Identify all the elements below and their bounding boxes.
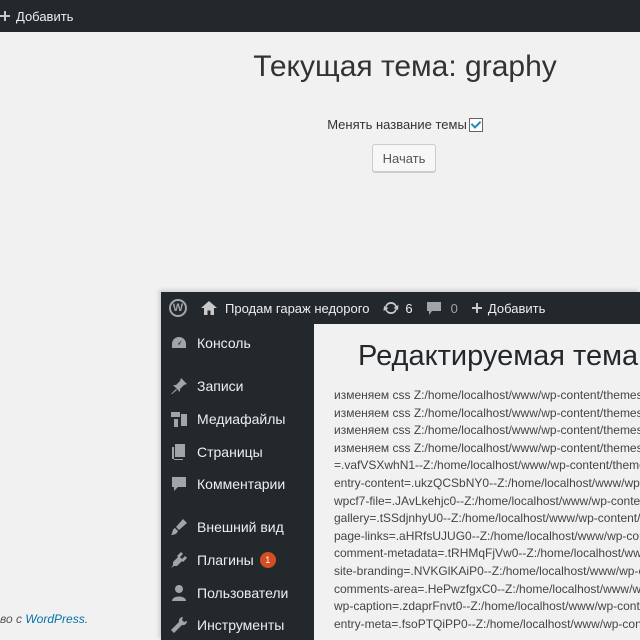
tools-icon bbox=[171, 617, 187, 633]
comments-link[interactable]: 0 bbox=[413, 292, 458, 324]
sidebar-item-label: Пользователи bbox=[197, 585, 289, 601]
sidebar-item-appearance[interactable]: Внешний вид bbox=[161, 511, 314, 543]
sidebar-item-posts[interactable]: Записи bbox=[161, 370, 314, 402]
users-icon bbox=[172, 585, 186, 601]
footer-credit: во с WordPress. bbox=[0, 612, 88, 626]
add-new-button[interactable]: Добавить bbox=[471, 292, 546, 324]
log-line: entry-meta=.fsoPTQiPP0--Z:/home/localhos… bbox=[334, 616, 640, 631]
admin-bar: W Продам гараж недорого 6 0 Добавить bbox=[161, 292, 640, 324]
page-title: Текущая тема: graphy bbox=[253, 50, 557, 83]
log-line: изменяем css Z:/home/localhost/www/wp-co… bbox=[334, 388, 640, 402]
sidebar-item-media[interactable]: Медиафайлы bbox=[161, 403, 314, 435]
site-name-link[interactable]: Продам гараж недорого bbox=[201, 292, 369, 324]
add-new-label: Добавить bbox=[16, 8, 74, 24]
home-icon bbox=[201, 301, 217, 315]
wordpress-logo-icon[interactable]: W bbox=[169, 299, 187, 317]
log-line: wp-caption=.zdaprFnvt0--Z:/home/localhos… bbox=[334, 599, 640, 614]
wordpress-link[interactable]: WordPress bbox=[25, 612, 84, 626]
media-icon bbox=[171, 412, 187, 427]
log-line: wpcf7-file=.JAvLkehjc0--Z:/home/localhos… bbox=[334, 493, 640, 508]
add-new-label: Добавить bbox=[487, 300, 546, 316]
log-line: site-branding=.NVKGlKAiP0--Z:/home/local… bbox=[334, 563, 640, 578]
footer-text: во с bbox=[0, 612, 26, 626]
rename-theme-label: Менять название темы bbox=[327, 117, 467, 132]
comments-icon bbox=[172, 477, 186, 491]
sidebar-item-label: Записи bbox=[197, 378, 244, 394]
edited-theme-heading: Редактируемая тема bbox=[358, 340, 639, 372]
site-name: Продам гараж недорого bbox=[225, 300, 370, 316]
plus-icon bbox=[471, 303, 482, 313]
foreground-window: W Продам гараж недорого 6 0 Добавить Кон… bbox=[161, 292, 640, 640]
sidebar-item-users[interactable]: Пользователи bbox=[161, 577, 314, 609]
add-new-button[interactable]: Добавить bbox=[0, 0, 73, 32]
appearance-icon bbox=[171, 519, 187, 535]
dashboard-icon bbox=[172, 337, 186, 348]
rename-theme-row: Менять название темы bbox=[0, 117, 640, 132]
main-content: Редактируемая тема изменяем css Z:/home/… bbox=[314, 324, 640, 640]
log-line: comments-area=.HePwzfgxC0--Z:/home/local… bbox=[334, 581, 640, 596]
rename-theme-checkbox[interactable] bbox=[468, 118, 483, 132]
pin-icon bbox=[171, 378, 187, 394]
log-line: gallery=.tSSdjnhyU0--Z:/home/localhost/w… bbox=[334, 511, 640, 526]
log-line: изменяем css Z:/home/localhost/www/wp-co… bbox=[334, 423, 640, 438]
sidebar-item-label: Комментарии bbox=[197, 476, 286, 492]
plugins-icon bbox=[171, 552, 187, 568]
css-change-log: изменяем css Z:/home/localhost/www/wp-co… bbox=[334, 387, 640, 633]
admin-sidebar: Консоль Записи Медиафайлы Страницы Комме… bbox=[161, 324, 314, 640]
sidebar-item-label: Инструменты bbox=[197, 617, 285, 633]
plugins-update-badge: 1 bbox=[259, 552, 276, 568]
log-line: entry-content=.ukzQCSbNY0--Z:/home/local… bbox=[334, 475, 640, 490]
sidebar-item-label: Консоль bbox=[197, 335, 251, 351]
sidebar-item-label: Медиафайлы bbox=[197, 411, 286, 427]
sidebar-item-plugins[interactable]: Плагины 1 bbox=[161, 544, 314, 576]
log-line: comment-metadata=.tRHMqFjVw0--Z:/home/lo… bbox=[334, 546, 640, 561]
plus-icon bbox=[0, 11, 10, 21]
log-line: изменяем css Z:/home/localhost/www/wp-co… bbox=[334, 405, 640, 420]
comment-bubble-icon bbox=[426, 301, 441, 315]
log-line: =.vafVSXwhN1--Z:/home/localhost/www/wp-c… bbox=[334, 458, 640, 473]
footer-suffix: . bbox=[84, 612, 89, 626]
sidebar-item-tools[interactable]: Инструменты bbox=[161, 609, 314, 640]
sidebar-item-dashboard[interactable]: Консоль bbox=[161, 327, 314, 359]
sidebar-item-label: Внешний вид bbox=[197, 519, 284, 535]
comments-count: 0 bbox=[450, 300, 458, 316]
log-line: изменяем css Z:/home/localhost/www/wp-co… bbox=[334, 440, 640, 455]
admin-bar: Добавить bbox=[0, 0, 640, 32]
updates-link[interactable]: 6 bbox=[369, 292, 413, 324]
updates-icon bbox=[383, 301, 399, 315]
start-button[interactable]: Начать bbox=[372, 144, 436, 172]
sidebar-item-pages[interactable]: Страницы bbox=[161, 436, 314, 468]
pages-icon bbox=[172, 444, 185, 460]
updates-count: 6 bbox=[405, 300, 413, 316]
log-line: page-links=.aHRfsUJUG0--Z:/home/localhos… bbox=[334, 528, 640, 543]
sidebar-item-label: Плагины bbox=[197, 552, 254, 568]
sidebar-item-comments[interactable]: Комментарии bbox=[161, 468, 314, 500]
sidebar-item-label: Страницы bbox=[197, 444, 263, 460]
